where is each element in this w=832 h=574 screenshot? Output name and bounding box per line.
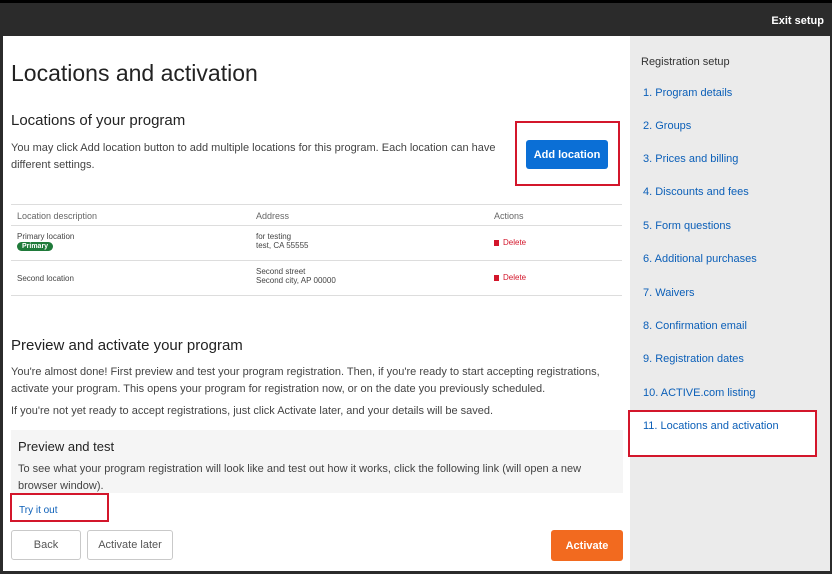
primary-badge: Primary: [17, 242, 54, 251]
locations-heading: Locations of your program: [11, 112, 186, 129]
activate-later-button[interactable]: Activate later: [87, 530, 173, 560]
exit-setup-link[interactable]: Exit setup: [771, 15, 824, 27]
trash-icon: [494, 275, 499, 281]
preview-heading: Preview and activate your program: [11, 337, 243, 354]
delete-label: Delete: [503, 238, 527, 247]
sidebar-active-highlight: [628, 410, 817, 457]
header-address: Address: [256, 211, 290, 221]
address-line-2: Second city, AP 00000: [256, 276, 336, 285]
highlight-box-try-it-out: [10, 493, 109, 522]
sidebar-item-active-com-listing[interactable]: 10. ACTIVE.com listing: [643, 387, 756, 399]
location-description: Second location: [17, 274, 74, 283]
back-button[interactable]: Back: [11, 530, 81, 560]
sidebar-item-registration-dates[interactable]: 9. Registration dates: [643, 353, 744, 365]
page-title: Locations and activation: [11, 60, 258, 86]
activate-button[interactable]: Activate: [551, 530, 623, 561]
highlight-box-add-location: [515, 121, 620, 186]
table-header: Location description Address Actions: [11, 204, 622, 226]
address-line-1: Second street: [256, 267, 306, 276]
sidebar-item-discounts-and-fees[interactable]: 4. Discounts and fees: [643, 186, 749, 198]
preview-test-heading: Preview and test: [18, 439, 115, 454]
table-row: Primary location Primary for testing tes…: [11, 226, 622, 261]
address-line-1: for testing: [256, 232, 292, 241]
location-description: Primary location: [17, 232, 75, 241]
preview-paragraph-1: You're almost done! First preview and te…: [11, 366, 600, 395]
sidebar-item-locations-and-activation[interactable]: 11. Locations and activation: [643, 420, 779, 432]
trash-icon: [494, 240, 499, 246]
delete-location-button[interactable]: Delete: [494, 238, 526, 247]
sidebar-item-confirmation-email[interactable]: 8. Confirmation email: [643, 320, 747, 332]
sidebar-item-program-details[interactable]: 1. Program details: [643, 87, 732, 99]
sidebar-item-additional-purchases[interactable]: 6. Additional purchases: [643, 253, 757, 265]
preview-test-text: To see what your program registration wi…: [18, 463, 582, 492]
table-row: Second location Second street Second cit…: [11, 261, 622, 296]
preview-and-test-box: Preview and test To see what your progra…: [11, 430, 623, 493]
header-location-description: Location description: [17, 211, 98, 221]
main-content: Locations and activation Locations of yo…: [3, 36, 630, 571]
preview-paragraph-2: If you're not yet ready to accept regist…: [11, 405, 494, 417]
delete-location-button[interactable]: Delete: [494, 273, 526, 282]
sidebar-item-form-questions[interactable]: 5. Form questions: [643, 220, 731, 232]
sidebar-item-waivers[interactable]: 7. Waivers: [643, 287, 695, 299]
sidebar-item-prices-and-billing[interactable]: 3. Prices and billing: [643, 153, 738, 165]
sidebar-item-groups[interactable]: 2. Groups: [643, 120, 691, 132]
sidebar-heading: Registration setup: [641, 56, 730, 68]
locations-table: Location description Address Actions Pri…: [11, 204, 622, 296]
header-actions: Actions: [494, 211, 524, 221]
locations-description: You may click Add location button to add…: [11, 142, 496, 171]
address-line-2: test, CA 55555: [256, 241, 309, 250]
top-bar: Exit setup: [0, 0, 832, 36]
registration-setup-sidebar: Registration setup 1. Program details 2.…: [628, 36, 830, 571]
delete-label: Delete: [503, 273, 527, 282]
